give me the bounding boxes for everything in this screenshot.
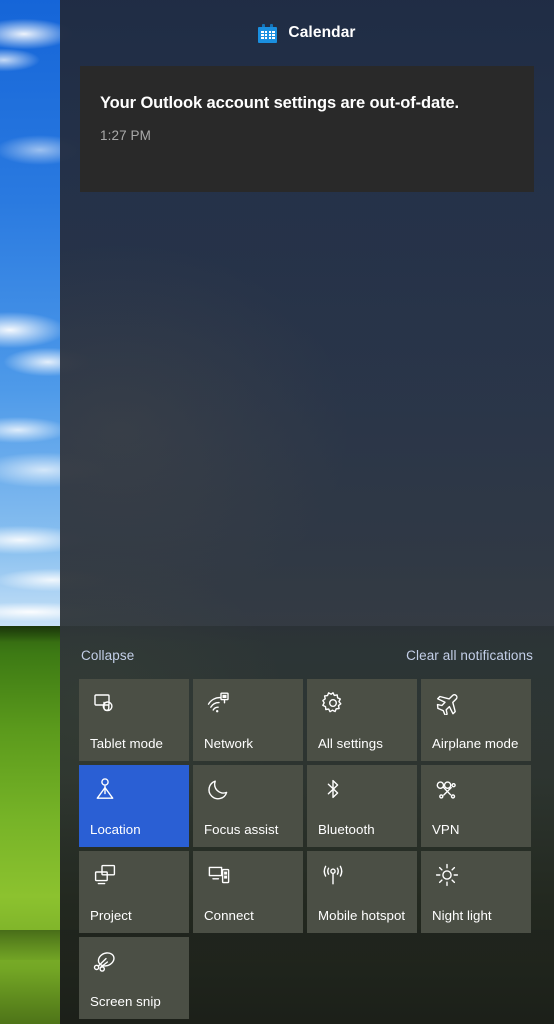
location-icon [92, 776, 118, 802]
quick-action-tile-connect[interactable]: Connect [193, 851, 303, 933]
quick-action-label: All settings [318, 736, 383, 751]
quick-action-label: Night light [432, 908, 492, 923]
quick-action-label: Location [90, 822, 141, 837]
quick-action-tile-bluetooth[interactable]: Bluetooth [307, 765, 417, 847]
quick-action-tile-airplane-mode[interactable]: Airplane mode [421, 679, 531, 761]
quick-action-tile-focus-assist[interactable]: Focus assist [193, 765, 303, 847]
notification-title: Your Outlook account settings are out-of… [100, 94, 460, 112]
notification-item[interactable]: Your Outlook account settings are out-of… [80, 66, 534, 192]
action-center-panel: Calendar Your Outlook account settings a… [60, 0, 554, 1024]
action-center-links-row: Collapse Clear all notifications [60, 635, 554, 675]
notification-group-header[interactable]: Calendar [60, 0, 554, 66]
moon-icon [206, 776, 232, 802]
project-icon [92, 862, 118, 888]
quick-action-tile-night-light[interactable]: Night light [421, 851, 531, 933]
quick-action-tile-mobile-hotspot[interactable]: Mobile hotspot [307, 851, 417, 933]
notification-list: Calendar Your Outlook account settings a… [60, 0, 554, 192]
bluetooth-icon [320, 776, 346, 802]
quick-action-label: Mobile hotspot [318, 908, 406, 923]
tablet-mode-icon [92, 690, 118, 716]
brightness-icon [434, 862, 460, 888]
screen-snip-icon [92, 948, 118, 974]
network-icon [206, 690, 232, 716]
quick-action-label: Connect [204, 908, 254, 923]
quick-action-tile-tablet-mode[interactable]: Tablet mode [79, 679, 189, 761]
quick-action-tile-location[interactable]: Location [79, 765, 189, 847]
connect-icon [206, 862, 232, 888]
clear-all-notifications-link[interactable]: Clear all notifications [406, 648, 533, 663]
quick-action-label: Project [90, 908, 132, 923]
notification-timestamp: 1:27 PM [100, 128, 151, 144]
quick-action-tile-vpn[interactable]: VPN [421, 765, 531, 847]
quick-action-label: VPN [432, 822, 460, 837]
quick-action-tile-screen-snip[interactable]: Screen snip [79, 937, 189, 1019]
quick-action-label: Bluetooth [318, 822, 375, 837]
notification-group-app-name: Calendar [288, 24, 356, 41]
mobile-hotspot-icon [320, 862, 346, 888]
quick-action-label: Tablet mode [90, 736, 163, 751]
gear-icon [320, 690, 346, 716]
action-center-bottom: Collapse Clear all notifications Tablet … [60, 635, 554, 1024]
quick-action-label: Network [204, 736, 254, 751]
quick-action-tile-network[interactable]: Network [193, 679, 303, 761]
vpn-icon [434, 776, 460, 802]
quick-action-tile-all-settings[interactable]: All settings [307, 679, 417, 761]
quick-action-label: Screen snip [90, 994, 161, 1009]
quick-action-tile-project[interactable]: Project [79, 851, 189, 933]
quick-actions-grid: Tablet mode Network All settings Airplane m… [60, 675, 554, 1024]
collapse-link[interactable]: Collapse [81, 648, 134, 663]
quick-action-label: Airplane mode [432, 736, 519, 751]
airplane-icon [434, 690, 460, 716]
calendar-icon [258, 23, 278, 43]
quick-action-label: Focus assist [204, 822, 279, 837]
